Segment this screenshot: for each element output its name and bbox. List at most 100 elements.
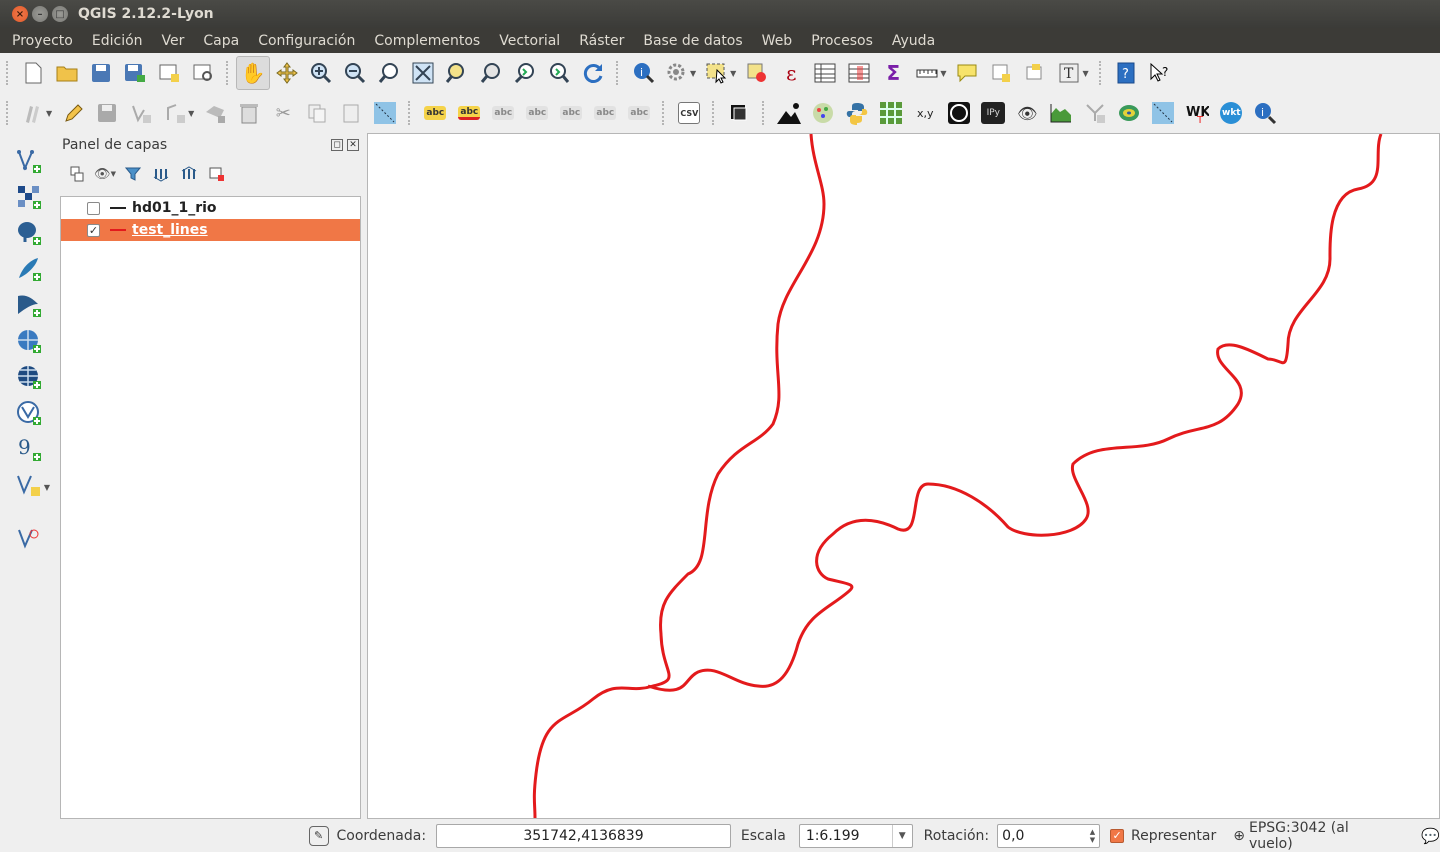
- move-feature-button[interactable]: [158, 96, 192, 130]
- menu-web[interactable]: Web: [752, 33, 802, 49]
- add-delimited-text-button[interactable]: 9: [0, 431, 58, 467]
- network-plugin-button[interactable]: [1078, 96, 1112, 130]
- chevron-down-icon[interactable]: ▼: [0, 483, 58, 521]
- add-spatialite-layer-button[interactable]: [0, 251, 58, 287]
- new-print-composer-button[interactable]: [152, 56, 186, 90]
- mouse-coordinate-icon[interactable]: ✎: [308, 825, 329, 846]
- refresh-button[interactable]: [576, 56, 610, 90]
- menu-configuracion[interactable]: Configuración: [248, 33, 364, 49]
- add-raster-layer-button[interactable]: [0, 179, 58, 215]
- pan-to-selection-button[interactable]: [270, 56, 304, 90]
- show-bookmarks-button[interactable]: [1018, 56, 1052, 90]
- toolbar-grip[interactable]: [408, 101, 412, 125]
- select-by-expression-button[interactable]: ε: [774, 56, 808, 90]
- add-wms-layer-button[interactable]: [0, 323, 58, 359]
- deselect-all-button[interactable]: [740, 56, 774, 90]
- chevron-down-icon[interactable]: ▼: [188, 109, 194, 118]
- save-layer-edits-button[interactable]: [90, 96, 124, 130]
- chevron-down-icon[interactable]: ▼: [940, 69, 946, 78]
- grid-plugin-button[interactable]: [874, 96, 908, 130]
- menu-base-de-datos[interactable]: Base de datos: [633, 33, 751, 49]
- quickwkt-button[interactable]: wkt: [1214, 96, 1248, 130]
- toolbar-grip[interactable]: [6, 61, 10, 85]
- toolbar-grip[interactable]: [226, 61, 230, 85]
- pan-map-button[interactable]: ✋: [236, 56, 270, 90]
- menu-procesos[interactable]: Procesos: [801, 33, 882, 49]
- menu-vectorial[interactable]: Vectorial: [489, 33, 569, 49]
- add-virtual-layer-button[interactable]: [0, 521, 58, 557]
- menu-edicion[interactable]: Edición: [82, 33, 152, 49]
- new-bookmark-button[interactable]: [984, 56, 1018, 90]
- delete-selected-button[interactable]: [232, 96, 266, 130]
- menu-capa[interactable]: Capa: [193, 33, 248, 49]
- contour-plugin-button[interactable]: [1112, 96, 1146, 130]
- add-postgis-layer-button[interactable]: [0, 215, 58, 251]
- attribute-table-button[interactable]: [808, 56, 842, 90]
- select-features-button[interactable]: [700, 56, 734, 90]
- change-label-button[interactable]: abc: [622, 96, 656, 130]
- coordinate-field[interactable]: 351742,4136839: [436, 823, 731, 848]
- messages-icon[interactable]: 💬: [1421, 827, 1440, 845]
- manage-visibility-button[interactable]: 👁 ▼: [94, 163, 116, 185]
- toolbar-grip[interactable]: [616, 61, 620, 85]
- zoom-next-button[interactable]: [542, 56, 576, 90]
- georeferencer-button[interactable]: [368, 96, 402, 130]
- openlayers-button[interactable]: [942, 96, 976, 130]
- paste-features-button[interactable]: [334, 96, 368, 130]
- crs-status[interactable]: EPSG:3042 (al vuelo): [1249, 820, 1395, 852]
- add-csv-layer-button[interactable]: CSV: [672, 96, 706, 130]
- menu-proyecto[interactable]: Proyecto: [0, 33, 82, 49]
- crs-icon[interactable]: ⊕: [1233, 828, 1245, 844]
- zoom-last-button[interactable]: [508, 56, 542, 90]
- remove-layer-button[interactable]: [206, 163, 228, 185]
- python-console-button[interactable]: [840, 96, 874, 130]
- map-canvas[interactable]: [367, 133, 1440, 819]
- layer-visibility-checkbox[interactable]: [87, 201, 100, 215]
- rotation-spinbox[interactable]: 0,0 ▲ ▼: [997, 823, 1101, 848]
- zoom-native-button[interactable]: [372, 56, 406, 90]
- menu-raster[interactable]: Ráster: [569, 33, 633, 49]
- render-checkbox[interactable]: ✓: [1110, 828, 1124, 843]
- measure-angle-button[interactable]: [1146, 96, 1180, 130]
- measure-line-button[interactable]: [910, 56, 944, 90]
- zoom-to-selection-button[interactable]: [440, 56, 474, 90]
- chevron-down-icon[interactable]: ▼: [690, 69, 696, 78]
- chevron-down-icon[interactable]: ▼: [730, 69, 736, 78]
- rotate-label-button[interactable]: abc: [588, 96, 622, 130]
- field-calculator-button[interactable]: [842, 56, 876, 90]
- toggle-editing-button[interactable]: [56, 96, 90, 130]
- minimize-window-button[interactable]: –: [32, 6, 48, 22]
- menu-ayuda[interactable]: Ayuda: [882, 33, 944, 49]
- add-wfs-layer-button[interactable]: [0, 395, 58, 431]
- save-as-button[interactable]: [118, 56, 152, 90]
- add-xy-button[interactable]: x,y: [908, 96, 942, 130]
- toolbar-grip[interactable]: [762, 101, 766, 125]
- statistical-summary-button[interactable]: Σ: [876, 56, 910, 90]
- identify-features-button[interactable]: i: [626, 56, 660, 90]
- close-window-button[interactable]: ×: [12, 6, 28, 22]
- zoom-full-button[interactable]: [406, 56, 440, 90]
- globe-plugin-button[interactable]: [806, 96, 840, 130]
- add-wcs-layer-button[interactable]: [0, 359, 58, 395]
- filter-legend-button[interactable]: [122, 163, 144, 185]
- wkt-tool-button[interactable]: WK T: [1180, 96, 1214, 130]
- node-tool-button[interactable]: [198, 96, 232, 130]
- whats-this-button[interactable]: ?: [1143, 56, 1177, 90]
- save-project-button[interactable]: [84, 56, 118, 90]
- add-mssql-layer-button[interactable]: [0, 287, 58, 323]
- profile-plugin-button[interactable]: [1044, 96, 1078, 130]
- copy-features-button[interactable]: [300, 96, 334, 130]
- toolbar-grip[interactable]: [1098, 61, 1103, 85]
- toolbar-grip[interactable]: [712, 101, 716, 125]
- collapse-all-button[interactable]: [178, 163, 200, 185]
- toolbar-grip[interactable]: [6, 101, 10, 125]
- visibility-plugin-button[interactable]: 👁: [1010, 96, 1044, 130]
- current-edits-button[interactable]: [16, 96, 50, 130]
- zoom-in-button[interactable]: [304, 56, 338, 90]
- close-panel-button[interactable]: ✕: [347, 139, 359, 151]
- highlight-pinned-labels-button[interactable]: abc: [486, 96, 520, 130]
- chevron-down-icon[interactable]: ▼: [1082, 69, 1088, 78]
- composer-manager-button[interactable]: [186, 56, 220, 90]
- ipython-button[interactable]: IPy: [976, 96, 1010, 130]
- cut-features-button[interactable]: ✂: [266, 96, 300, 130]
